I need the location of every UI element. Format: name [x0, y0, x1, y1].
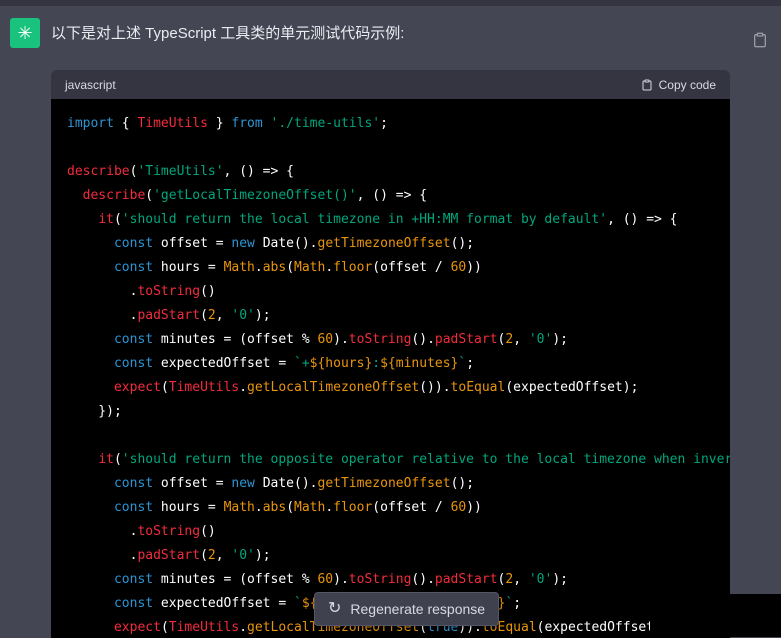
code-line [67, 424, 714, 448]
code-line: .toString() [67, 520, 714, 544]
copy-message-button[interactable] [750, 30, 770, 50]
code-line: expect(TimeUtils.getLocalTimezoneOffset(… [67, 376, 714, 400]
openai-logo-icon: ✳ [17, 24, 32, 42]
code-line: const offset = new Date().getTimezoneOff… [67, 232, 714, 256]
message-text: 以下是对上述 TypeScript 工具类的单元测试代码示例: [51, 21, 731, 47]
code-line: import { TimeUtils } from './time-utils'… [67, 112, 714, 136]
code-line: .toString() [67, 280, 714, 304]
code-line: it('should return the local timezone in … [67, 208, 714, 232]
code-line: const hours = Math.abs(Math.floor(offset… [67, 496, 714, 520]
code-line: }); [67, 400, 714, 424]
code-language-label: javascript [65, 78, 116, 92]
code-line: describe('getLocalTimezoneOffset()', () … [67, 184, 714, 208]
code-line: .padStart(2, '0'); [67, 544, 714, 568]
clipboard-icon [752, 32, 768, 48]
code-line: const hours = Math.abs(Math.floor(offset… [67, 256, 714, 280]
code-content[interactable]: import { TimeUtils } from './time-utils'… [51, 99, 730, 638]
code-block-header: javascript Copy code [51, 70, 730, 99]
regenerate-label: Regenerate response [350, 601, 485, 617]
code-line: it('should return the opposite operator … [67, 448, 714, 472]
copy-code-button[interactable]: Copy code [641, 78, 716, 92]
copy-code-label: Copy code [659, 78, 716, 92]
code-block: javascript Copy code import { TimeUtils … [51, 70, 730, 638]
screen-corner-overlay [650, 594, 781, 637]
refresh-icon: ↻ [328, 601, 341, 617]
code-line: const expectedOffset = `+${hours}:${minu… [67, 352, 714, 376]
code-line: const minutes = (offset % 60).toString()… [67, 328, 714, 352]
clipboard-icon [641, 79, 653, 91]
code-line: .padStart(2, '0'); [67, 304, 714, 328]
code-line: describe('TimeUtils', () => { [67, 160, 714, 184]
assistant-avatar: ✳ [10, 18, 40, 48]
assistant-message: ✳ 以下是对上述 TypeScript 工具类的单元测试代码示例: javasc… [0, 6, 781, 638]
regenerate-response-button[interactable]: ↻ Regenerate response [314, 592, 499, 626]
code-line [67, 136, 714, 160]
code-line: const minutes = (offset % 60).toString()… [67, 568, 714, 592]
code-line: const offset = new Date().getTimezoneOff… [67, 472, 714, 496]
chat-page: ✳ 以下是对上述 TypeScript 工具类的单元测试代码示例: javasc… [0, 0, 781, 638]
